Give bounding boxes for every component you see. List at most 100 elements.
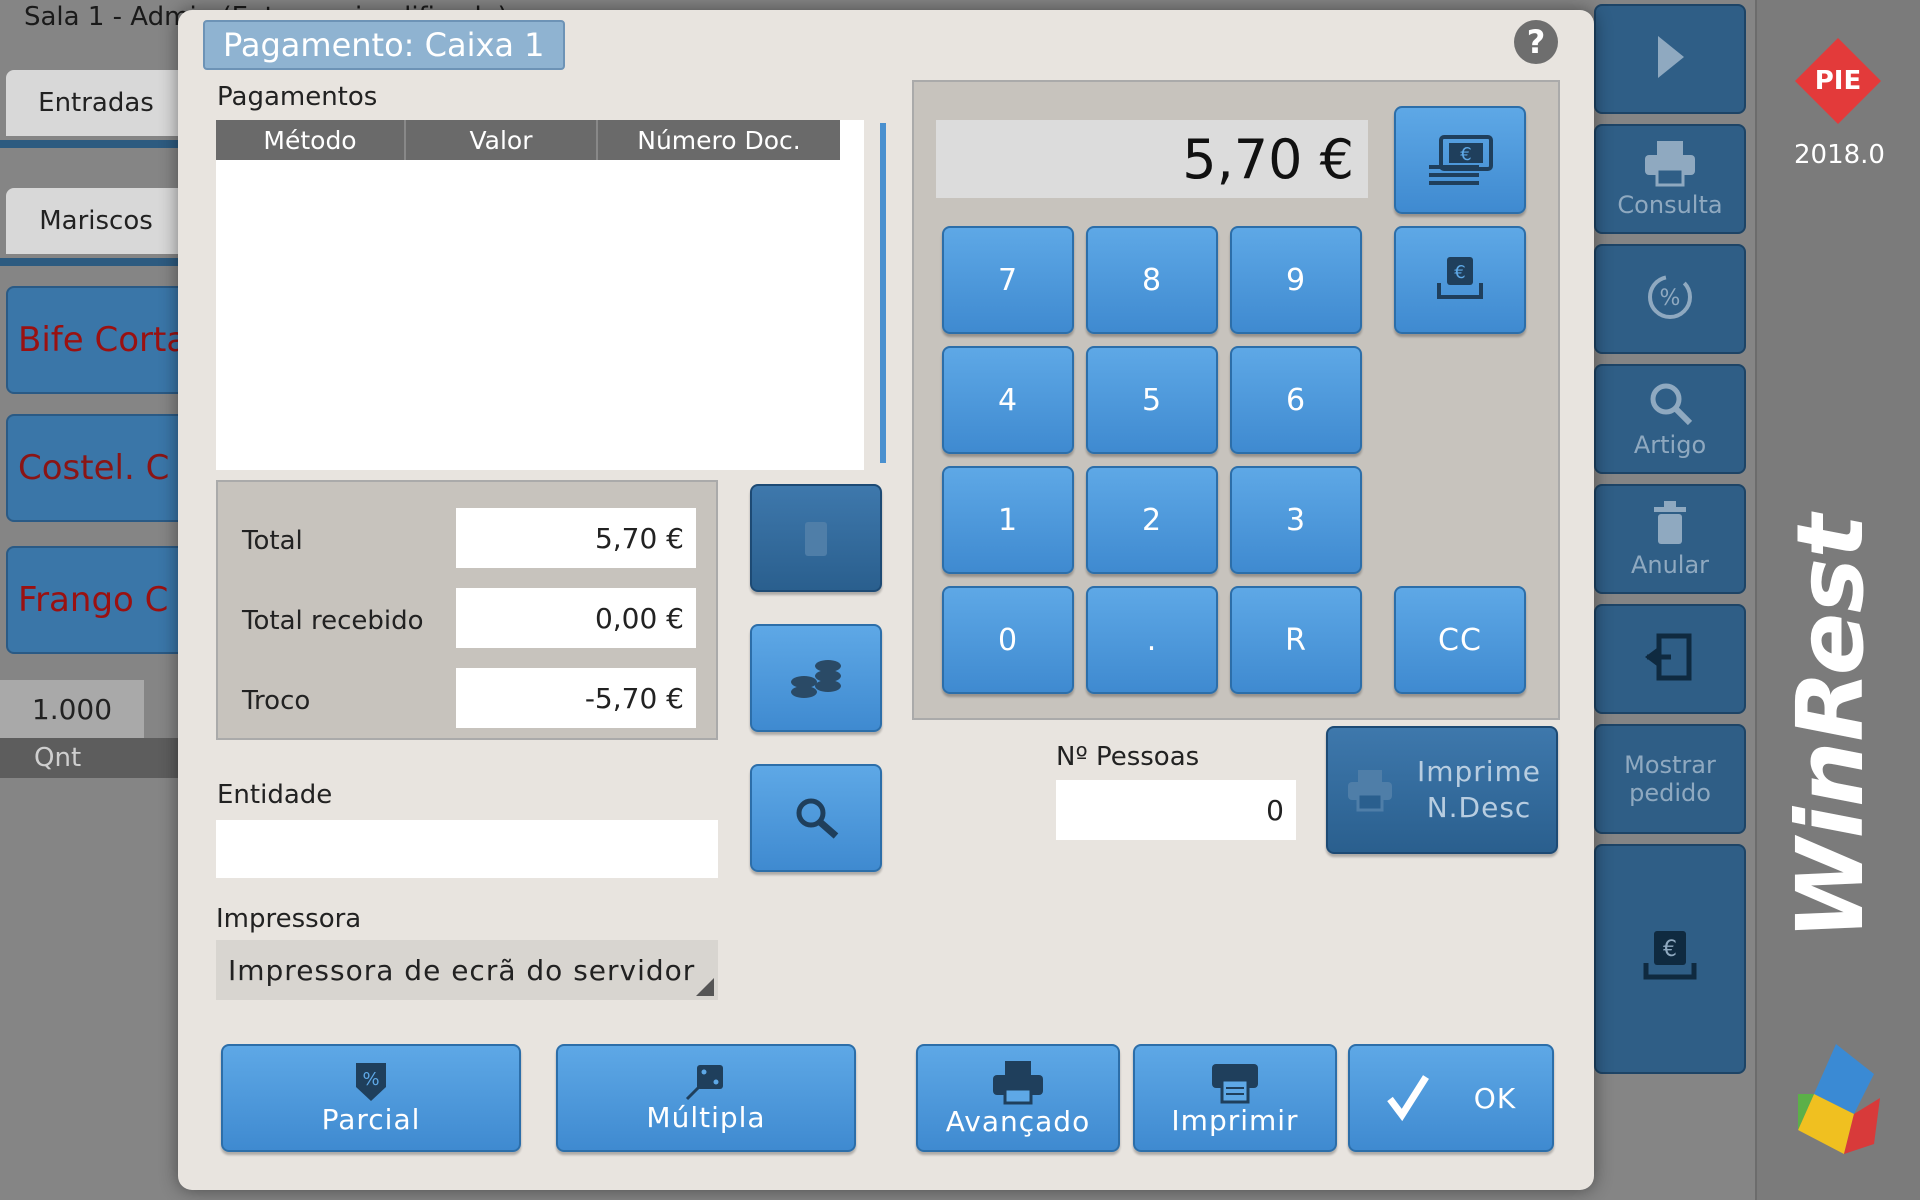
key-6[interactable]: 6 (1230, 346, 1362, 454)
troco-label: Troco (242, 686, 311, 716)
key-5[interactable]: 5 (1086, 346, 1218, 454)
consulta-label: Consulta (1617, 191, 1723, 219)
artigo-label: Artigo (1633, 431, 1707, 459)
ok-label: OK (1473, 1081, 1517, 1115)
key-decimal[interactable]: . (1086, 586, 1218, 694)
mostrar-pedido-button[interactable]: Mostrar pedido (1594, 724, 1746, 834)
next-button[interactable] (1594, 4, 1746, 114)
printer-select-value: Impressora de ecrã do servidor (228, 953, 696, 987)
imprimir-button[interactable]: Imprimir (1133, 1044, 1337, 1152)
search-icon (1650, 383, 1693, 426)
column-valor[interactable]: Valor (406, 120, 598, 160)
quantity-value: 1.000 (0, 680, 144, 738)
cash-payment-button[interactable]: € (1394, 106, 1526, 214)
svg-text:€: € (1454, 262, 1465, 283)
key-r[interactable]: R (1230, 586, 1362, 694)
printer-icon (1645, 141, 1695, 187)
printer-icon (1348, 770, 1392, 812)
percent-down-icon: % (356, 1062, 386, 1101)
euro-drawer-icon: € (1643, 931, 1697, 980)
svg-text:€: € (1663, 937, 1677, 962)
help-button[interactable]: ? (1514, 20, 1558, 64)
total-label: Total (242, 526, 303, 556)
payments-scrollbar[interactable] (880, 123, 886, 463)
split-dice-icon (685, 1064, 723, 1100)
key-9[interactable]: 9 (1230, 226, 1362, 334)
people-input[interactable]: 0 (1056, 780, 1296, 840)
discount-button[interactable]: % (1594, 244, 1746, 354)
avancado-button[interactable]: Avançado (916, 1044, 1120, 1152)
printer-icon (993, 1060, 1043, 1104)
anular-label: Anular (1630, 551, 1710, 579)
exit-icon (1645, 633, 1692, 681)
transfer-button[interactable] (1594, 604, 1746, 714)
printer-icon (1212, 1063, 1258, 1103)
winrest-logo: WinRest NX (1780, 490, 1884, 940)
imprimir-label: Imprimir (1171, 1103, 1299, 1137)
keypad-panel: 5,70 € € € 7 8 9 4 5 6 1 2 3 0 . R CC (912, 80, 1560, 720)
tab-mariscos[interactable]: Mariscos (6, 188, 186, 254)
amount-display: 5,70 € (936, 120, 1368, 198)
artigo-button[interactable]: Artigo (1594, 364, 1746, 474)
brand-cube-icon (1798, 1044, 1880, 1154)
troco-value: -5,70 € (456, 668, 696, 728)
tab-entradas[interactable]: Entradas (6, 70, 186, 136)
svg-text:%: % (362, 1069, 379, 1090)
svg-text:€: € (1460, 144, 1471, 165)
column-numero-doc[interactable]: Número Doc. (598, 120, 840, 160)
quantity-label: Qnt (0, 738, 200, 778)
printer-select[interactable]: Impressora de ecrã do servidor (216, 940, 718, 1000)
svg-text:WinRest NX: WinRest NX (1780, 490, 1884, 940)
search-icon (796, 798, 839, 839)
totals-panel: Total 5,70 € Total recebido 0,00 € Troco… (216, 480, 718, 740)
key-2[interactable]: 2 (1086, 466, 1218, 574)
total-value: 5,70 € (456, 508, 696, 568)
multipla-button[interactable]: Múltipla (556, 1044, 856, 1152)
entity-input[interactable] (216, 820, 718, 878)
payment-dialog: Pagamento: Caixa 1 ? Pagamentos Método V… (178, 10, 1594, 1190)
dropdown-corner-icon (696, 978, 714, 996)
key-8[interactable]: 8 (1086, 226, 1218, 334)
category-bar (0, 258, 180, 266)
ok-button[interactable]: OK (1348, 1044, 1554, 1152)
parcial-button[interactable]: % Parcial (221, 1044, 521, 1152)
tab-bar (0, 140, 180, 148)
parcial-label: Parcial (321, 1102, 421, 1136)
payments-table-header: Método Valor Número Doc. (216, 120, 840, 160)
mostrar-pedido-label: Mostrar pedido (1624, 751, 1716, 807)
delete-payment-button[interactable] (750, 484, 882, 592)
entity-search-button[interactable] (750, 764, 882, 872)
checkmark-icon (1386, 1075, 1429, 1122)
trash-icon (1654, 501, 1686, 544)
euro-drawer-icon: € (1437, 257, 1483, 299)
key-3[interactable]: 3 (1230, 466, 1362, 574)
coins-icon (791, 660, 841, 698)
svg-text:PIE: PIE (1815, 66, 1862, 96)
entity-label: Entidade (217, 780, 333, 810)
key-0[interactable]: 0 (942, 586, 1074, 694)
key-7[interactable]: 7 (942, 226, 1074, 334)
pie-logo: PIE (1795, 38, 1881, 124)
version-label: 2018.0 (1794, 140, 1885, 170)
key-cc[interactable]: CC (1394, 586, 1526, 694)
print-nodesc-button[interactable]: Imprime N.Desc (1326, 726, 1558, 854)
column-metodo[interactable]: Método (216, 120, 406, 160)
banknotes-icon: € (1429, 135, 1493, 185)
total-recebido-value: 0,00 € (456, 588, 696, 648)
anular-button[interactable]: Anular (1594, 484, 1746, 594)
percent-refresh-icon: % (1648, 275, 1692, 319)
consulta-button[interactable]: Consulta (1594, 124, 1746, 234)
key-4[interactable]: 4 (942, 346, 1074, 454)
people-label: Nº Pessoas (1056, 742, 1200, 772)
coins-button[interactable] (750, 624, 882, 732)
payments-label: Pagamentos (217, 82, 378, 112)
total-recebido-label: Total recebido (242, 606, 424, 636)
payment-button[interactable]: € (1594, 844, 1746, 1074)
printer-label: Impressora (216, 904, 362, 934)
payments-table[interactable]: Método Valor Número Doc. (216, 120, 864, 470)
trash-icon (805, 522, 827, 556)
key-1[interactable]: 1 (942, 466, 1074, 574)
dialog-title: Pagamento: Caixa 1 (203, 20, 565, 70)
avancado-label: Avançado (945, 1104, 1091, 1138)
euro-drawer-button[interactable]: € (1394, 226, 1526, 334)
